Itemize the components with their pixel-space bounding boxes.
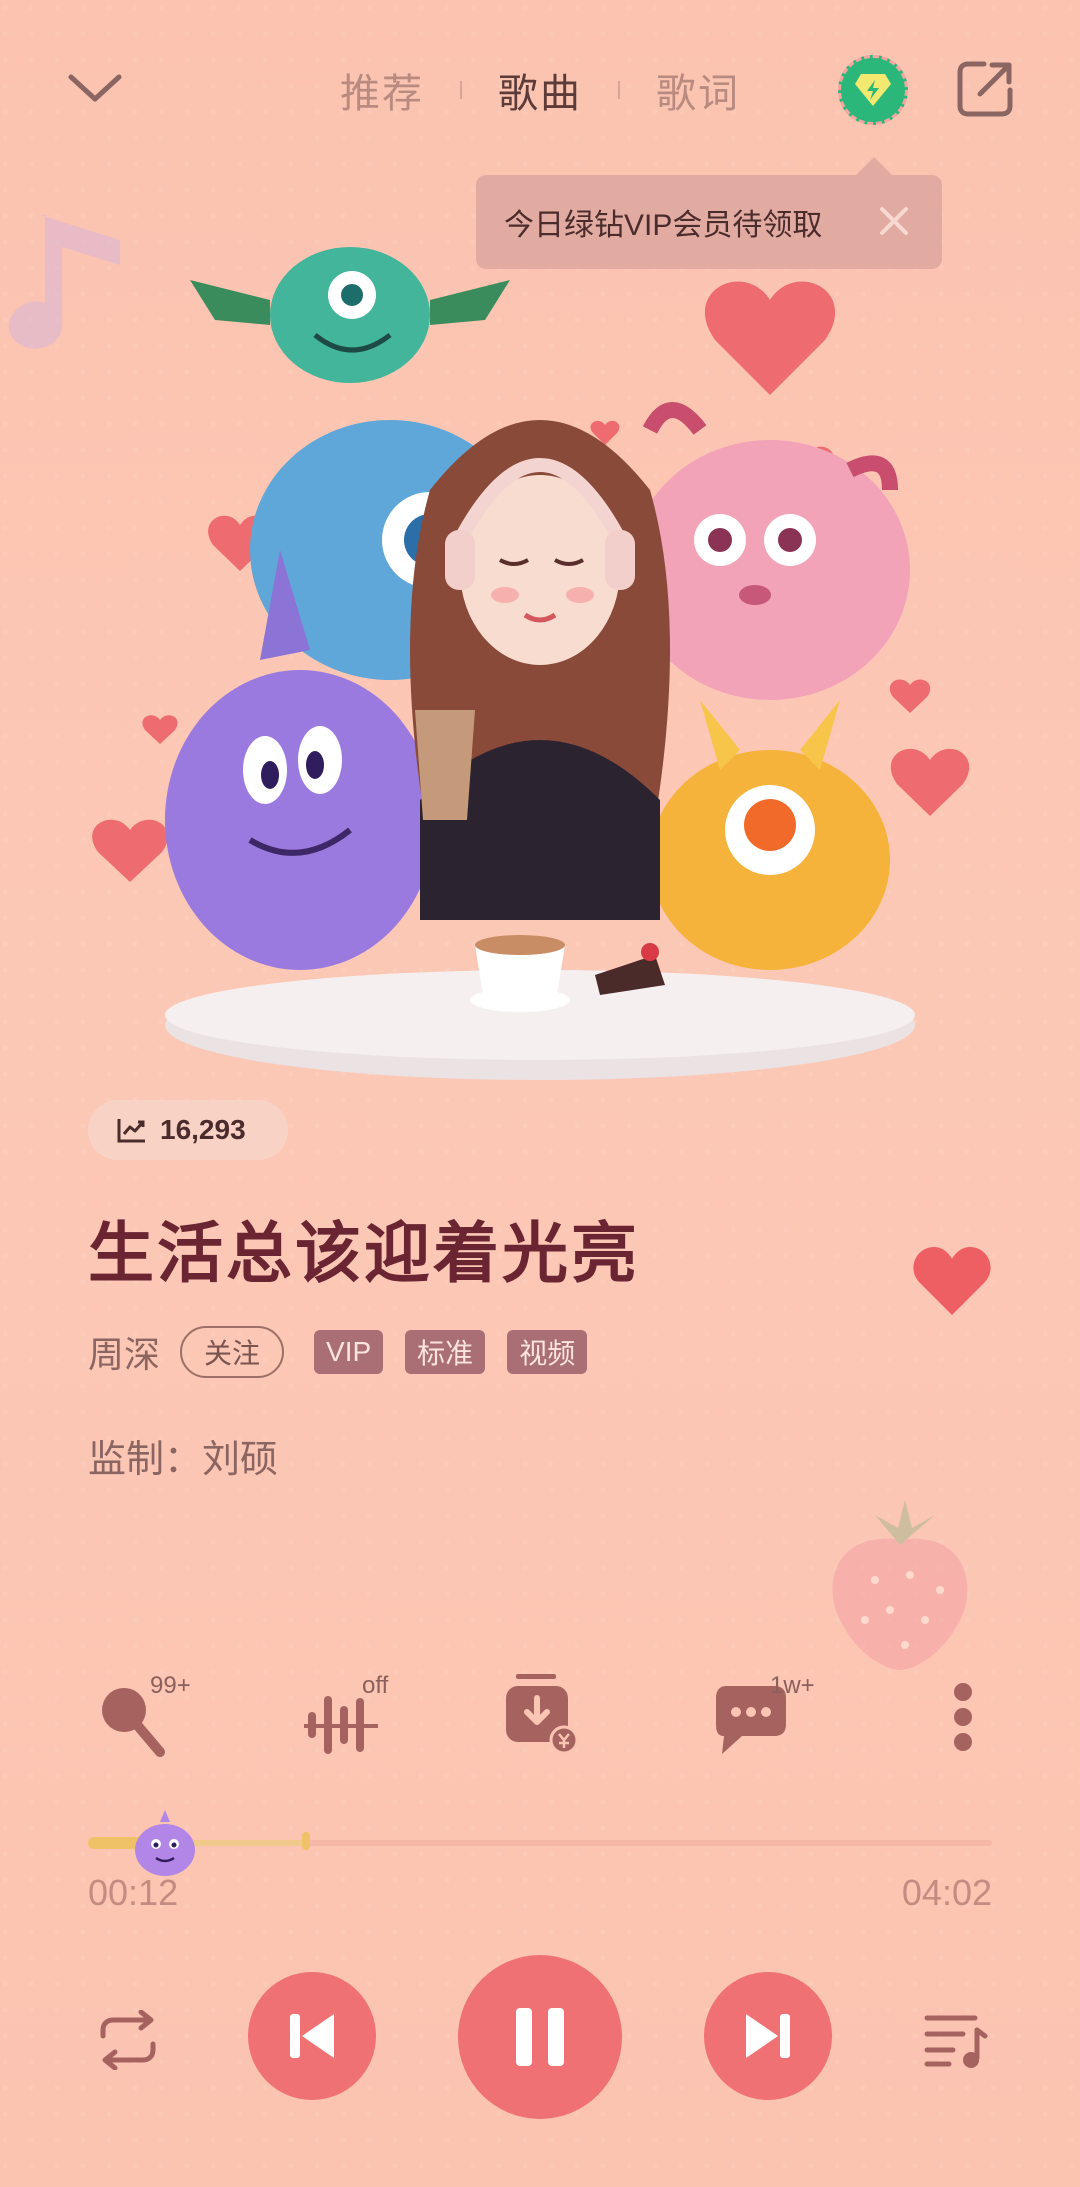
share-icon[interactable] [952, 56, 1018, 122]
skip-next-icon [746, 2014, 790, 2058]
progress-knob-monster-icon[interactable] [132, 1808, 198, 1878]
tab-song[interactable]: 歌曲 [498, 61, 582, 119]
previous-track-button[interactable] [248, 1972, 376, 2100]
repeat-icon [100, 2010, 156, 2070]
vip-tag: VIP [314, 1330, 384, 1374]
producer-credit: 监制：刘硕 [88, 1439, 279, 1481]
video-tag[interactable]: 视频 [507, 1330, 588, 1374]
song-title: 生活总该迎着光亮 [88, 1216, 640, 1290]
play-count-badge: 16,293 [88, 1100, 288, 1160]
player-tabs: 推荐 歌曲 歌词 [340, 60, 740, 120]
tab-lyrics[interactable]: 歌词 [656, 61, 740, 119]
more-options-button[interactable] [928, 1660, 998, 1770]
comments-button[interactable]: 1w+ [708, 1660, 818, 1770]
download-icon [506, 1674, 579, 1755]
player-screen: { "header": { "tabs": [ {"label": "推荐"},… [0, 0, 1080, 2187]
pause-icon [516, 2008, 564, 2066]
tab-divider [618, 81, 620, 99]
comment-count: 1w+ [770, 1672, 815, 1699]
song-actions: 99+ off 1w+ [88, 1660, 998, 1770]
pause-button[interactable] [458, 1955, 622, 2119]
playlist-icon [924, 2015, 988, 2068]
collapse-chevron-icon[interactable] [60, 58, 130, 118]
playlist-button[interactable] [916, 2000, 996, 2080]
trending-chart-icon [117, 1119, 145, 1143]
green-diamond-vip-button[interactable] [838, 55, 908, 125]
repeat-mode-button[interactable] [88, 2000, 168, 2080]
sound-effect-button[interactable]: off [296, 1660, 406, 1770]
current-time: 00:12 [88, 1872, 179, 1913]
diamond-icon [855, 74, 891, 106]
total-time: 04:02 [901, 1872, 992, 1913]
buffer-marker [302, 1832, 310, 1850]
artist-name[interactable]: 周深 [88, 1326, 160, 1378]
skip-previous-icon [290, 2014, 334, 2058]
close-icon[interactable] [876, 203, 912, 239]
paid-download-button[interactable] [498, 1660, 608, 1770]
artist-row: 周深 关注 VIP 标准 视频 [88, 1325, 609, 1379]
karaoke-button[interactable]: 99+ [88, 1660, 198, 1770]
sound-effect-state: off [362, 1672, 389, 1699]
tab-recommend[interactable]: 推荐 [340, 61, 424, 119]
like-heart-icon[interactable] [912, 1245, 992, 1319]
next-track-button[interactable] [704, 1972, 832, 2100]
follow-button[interactable]: 关注 [180, 1326, 285, 1378]
strawberry-decoration [832, 1500, 968, 1670]
quality-tag[interactable]: 标准 [405, 1330, 486, 1374]
more-dots-icon [954, 1683, 972, 1751]
karaoke-count: 99+ [150, 1672, 191, 1699]
album-artwork [92, 247, 970, 1080]
tab-divider [460, 81, 462, 99]
tooltip-text: 今日绿钻VIP会员待领取 [504, 209, 823, 242]
play-count: 16,293 [160, 1114, 246, 1145]
